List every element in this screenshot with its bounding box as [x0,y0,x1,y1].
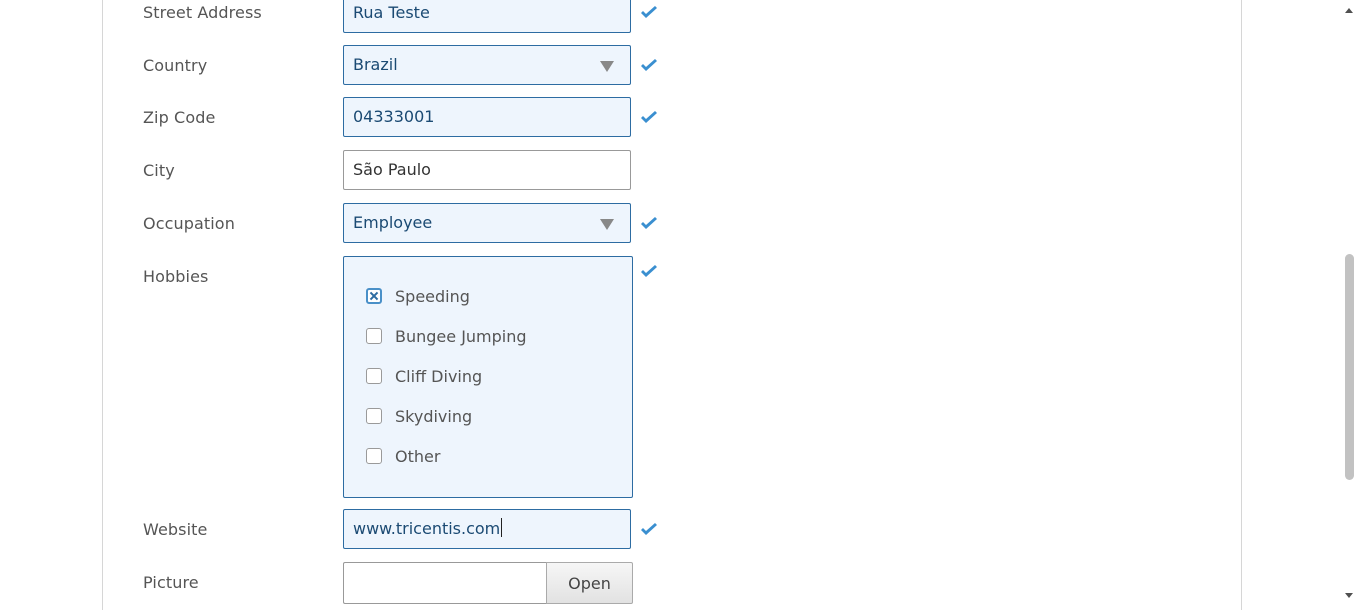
website-input[interactable]: www.tricentis.com [343,509,631,549]
checkbox[interactable] [366,368,382,384]
form-panel [102,0,1242,610]
occupation-select[interactable]: Employee [343,203,631,243]
hobby-label: Other [395,447,441,466]
city-value: São Paulo [353,160,431,179]
open-button[interactable]: Open [546,562,633,604]
triangle-down-icon [600,61,614,72]
hobby-label: Cliff Diving [395,367,483,386]
zip-code-valid-checkmark-icon [641,111,657,123]
country-valid-checkmark-icon [641,59,657,71]
scroll-thumb[interactable] [1345,254,1354,480]
scroll-down-arrow-icon[interactable] [1345,593,1353,598]
hobbies-group: Speeding Bungee Jumping Cliff Diving Sky… [343,256,633,498]
hobbies-valid-checkmark-icon [641,265,657,277]
zip-code-label: Zip Code [143,108,216,127]
text-cursor [501,518,503,537]
country-value: Brazil [353,55,398,74]
occupation-label: Occupation [143,214,235,233]
country-label: Country [143,56,208,75]
city-input[interactable]: São Paulo [343,150,631,190]
website-value: www.tricentis.com [353,510,503,548]
x-mark-icon[interactable] [366,288,382,304]
street-address-input[interactable]: Rua Teste [343,0,631,33]
triangle-down-icon [600,219,614,230]
picture-label: Picture [143,573,199,592]
hobbies-label: Hobbies [143,267,209,286]
country-select[interactable]: Brazil [343,45,631,85]
checkbox[interactable] [366,328,382,344]
city-label: City [143,161,175,180]
occupation-value: Employee [353,213,433,232]
picture-input[interactable] [343,562,548,604]
website-valid-checkmark-icon [641,523,657,535]
hobby-label: Speeding [395,287,470,306]
zip-code-input[interactable]: 04333001 [343,97,631,137]
checkbox[interactable] [366,408,382,424]
street-address-valid-checkmark-icon [641,6,657,18]
scrollbar[interactable] [1341,0,1358,607]
hobby-label: Bungee Jumping [395,327,527,346]
website-text: www.tricentis.com [353,519,501,538]
hobby-label: Skydiving [395,407,473,426]
scroll-up-arrow-icon[interactable] [1345,8,1353,13]
checkbox[interactable] [366,448,382,464]
street-address-value: Rua Teste [353,3,430,22]
zip-code-value: 04333001 [353,107,435,126]
street-address-label: Street Address [143,3,262,22]
occupation-valid-checkmark-icon [641,217,657,229]
website-label: Website [143,520,208,539]
